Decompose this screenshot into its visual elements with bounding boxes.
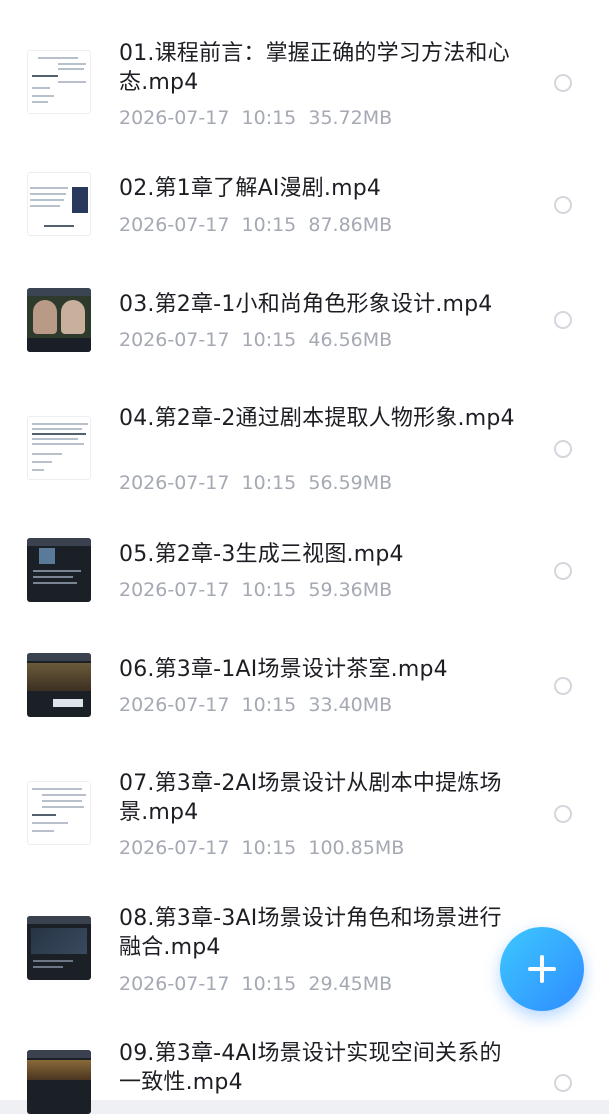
file-size: 100.85MB	[308, 837, 405, 859]
file-date: 2026-07-17	[119, 329, 230, 351]
file-time: 10:15	[241, 694, 297, 716]
file-name: 04.第2章-2通过剧本提取人物形象.mp4	[119, 406, 515, 431]
file-date: 2026-07-17	[119, 694, 230, 716]
file-meta: 2026-07-17 10:15 56.59MB	[119, 471, 392, 495]
file-thumbnail	[27, 288, 91, 352]
file-size: 33.40MB	[308, 694, 393, 716]
file-date: 2026-07-17	[119, 973, 230, 995]
file-thumbnail	[27, 781, 91, 845]
file-meta: 2026-07-17 10:15 29.45MB	[119, 972, 392, 996]
file-thumbnail	[27, 538, 91, 602]
file-time: 10:15	[241, 472, 297, 494]
file-thumbnail	[27, 1050, 91, 1114]
file-meta: 2026-07-17 10:15 59.36MB	[119, 578, 392, 602]
file-date: 2026-07-17	[119, 472, 230, 494]
plus-icon	[528, 955, 556, 983]
select-radio[interactable]	[554, 74, 572, 92]
file-meta: 2026-07-17 10:15 87.86MB	[119, 213, 392, 237]
file-size: 87.86MB	[308, 214, 393, 236]
file-size: 46.56MB	[308, 329, 393, 351]
select-radio[interactable]	[554, 805, 572, 823]
file-date: 2026-07-17	[119, 837, 230, 859]
file-date: 2026-07-17	[119, 107, 230, 129]
file-time: 10:15	[241, 214, 297, 236]
file-thumbnail	[27, 916, 91, 980]
file-name: 07.第3章-2AI场景设计从剧本中提炼场景.mp4	[119, 771, 502, 825]
select-radio[interactable]	[554, 196, 572, 214]
file-time: 10:15	[241, 837, 297, 859]
file-date: 2026-07-17	[119, 214, 230, 236]
file-name: 09.第3章-4AI场景设计实现空间关系的一致性.mp4	[119, 1041, 502, 1095]
select-radio[interactable]	[554, 677, 572, 695]
file-name: 06.第3章-1AI场景设计茶室.mp4	[119, 657, 448, 682]
select-radio[interactable]	[554, 311, 572, 329]
file-time: 10:15	[241, 107, 297, 129]
file-name: 08.第3章-3AI场景设计角色和场景进行融合.mp4	[119, 906, 502, 960]
file-thumbnail	[27, 50, 91, 114]
add-button[interactable]	[500, 927, 584, 1011]
file-meta: 2026-07-17 10:15 100.85MB	[119, 836, 404, 860]
file-thumbnail	[27, 653, 91, 717]
file-name: 05.第2章-3生成三视图.mp4	[119, 542, 404, 567]
file-size: 35.72MB	[308, 107, 393, 129]
file-size: 56.59MB	[308, 472, 393, 494]
file-meta: 2026-07-17 10:15 35.72MB	[119, 106, 392, 130]
file-meta: 2026-07-17 10:15 46.56MB	[119, 328, 392, 352]
select-radio[interactable]	[554, 1074, 572, 1092]
file-time: 10:15	[241, 579, 297, 601]
file-time: 10:15	[241, 973, 297, 995]
file-name: 02.第1章了解AI漫剧.mp4	[119, 176, 382, 201]
select-radio[interactable]	[554, 440, 572, 458]
file-size: 59.36MB	[308, 579, 393, 601]
file-meta: 2026-07-17 10:15 33.40MB	[119, 693, 392, 717]
file-name: 01.课程前言：掌握正确的学习方法和心态.mp4	[119, 41, 510, 95]
file-thumbnail	[27, 416, 91, 480]
file-size: 29.45MB	[308, 973, 393, 995]
file-name: 03.第2章-1小和尚角色形象设计.mp4	[119, 292, 493, 317]
file-thumbnail	[27, 172, 91, 236]
file-time: 10:15	[241, 329, 297, 351]
select-radio[interactable]	[554, 562, 572, 580]
file-date: 2026-07-17	[119, 579, 230, 601]
